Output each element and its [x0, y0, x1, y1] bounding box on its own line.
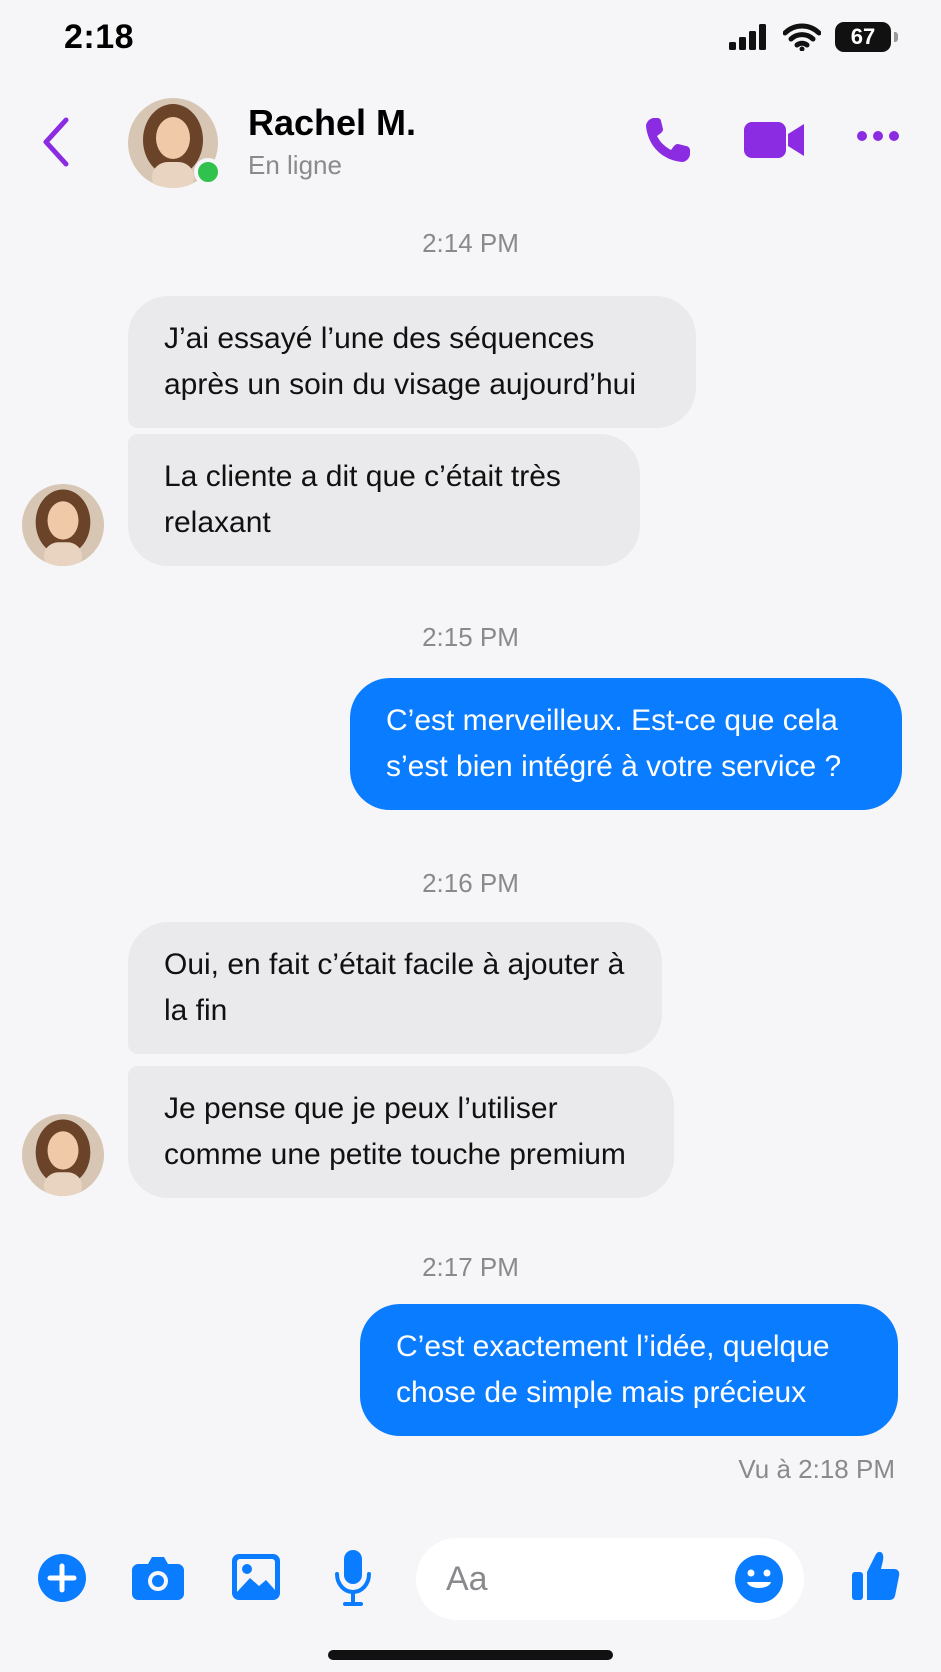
- contact-name[interactable]: Rachel M.: [248, 102, 416, 144]
- incoming-message[interactable]: J’ai essayé l’une des séquences après un…: [128, 296, 696, 428]
- battery-indicator: 67: [835, 22, 898, 52]
- message-composer: [0, 1530, 941, 1630]
- status-time: 2:18: [64, 18, 135, 56]
- chat-header: Rachel M. En ligne: [0, 86, 941, 196]
- incoming-message[interactable]: Oui, en fait c’était facile à ajouter à …: [128, 922, 662, 1054]
- contact-avatar[interactable]: [128, 98, 222, 188]
- sender-avatar[interactable]: [22, 484, 104, 566]
- status-icons: 67: [729, 22, 898, 52]
- phone-icon[interactable]: [640, 112, 696, 168]
- message-timestamp: 2:15 PM: [422, 622, 519, 652]
- message-timestamp: 2:16 PM: [422, 868, 519, 898]
- microphone-icon[interactable]: [334, 1550, 372, 1606]
- video-camera-icon[interactable]: [744, 116, 806, 164]
- battery-level: 67: [850, 24, 876, 49]
- online-status-dot: [194, 158, 222, 186]
- more-options-icon[interactable]: [856, 126, 900, 146]
- outgoing-message[interactable]: C’est merveilleux. Est-ce que cela s’est…: [350, 678, 902, 810]
- home-indicator: [328, 1650, 613, 1660]
- wifi-icon: [783, 23, 821, 51]
- outgoing-message[interactable]: C’est exactement l’idée, quelque chose d…: [360, 1304, 898, 1436]
- contact-status: En ligne: [248, 150, 342, 180]
- battery-tip: [894, 32, 898, 42]
- chat-screen: 2:18 67 Rachel M. En ligne 2:14 PM J’ai …: [0, 0, 941, 1672]
- message-input[interactable]: [446, 1538, 706, 1620]
- image-icon[interactable]: [232, 1554, 280, 1600]
- chevron-left-icon[interactable]: [36, 114, 76, 170]
- emoji-icon[interactable]: [734, 1554, 784, 1604]
- plus-icon[interactable]: [38, 1554, 86, 1602]
- message-timestamp: 2:14 PM: [422, 228, 519, 258]
- thumbs-up-icon[interactable]: [852, 1550, 900, 1602]
- sender-avatar[interactable]: [22, 1114, 104, 1196]
- incoming-message[interactable]: La cliente a dit que c’était très relaxa…: [128, 434, 640, 566]
- message-timestamp: 2:17 PM: [422, 1252, 519, 1282]
- seen-receipt: Vu à 2:18 PM: [738, 1454, 895, 1484]
- signal-icon: [729, 24, 766, 50]
- incoming-message[interactable]: Je pense que je peux l’utiliser comme un…: [128, 1066, 674, 1198]
- camera-icon[interactable]: [132, 1554, 184, 1600]
- status-bar: 2:18 67: [0, 0, 941, 80]
- message-input-container: [416, 1538, 804, 1620]
